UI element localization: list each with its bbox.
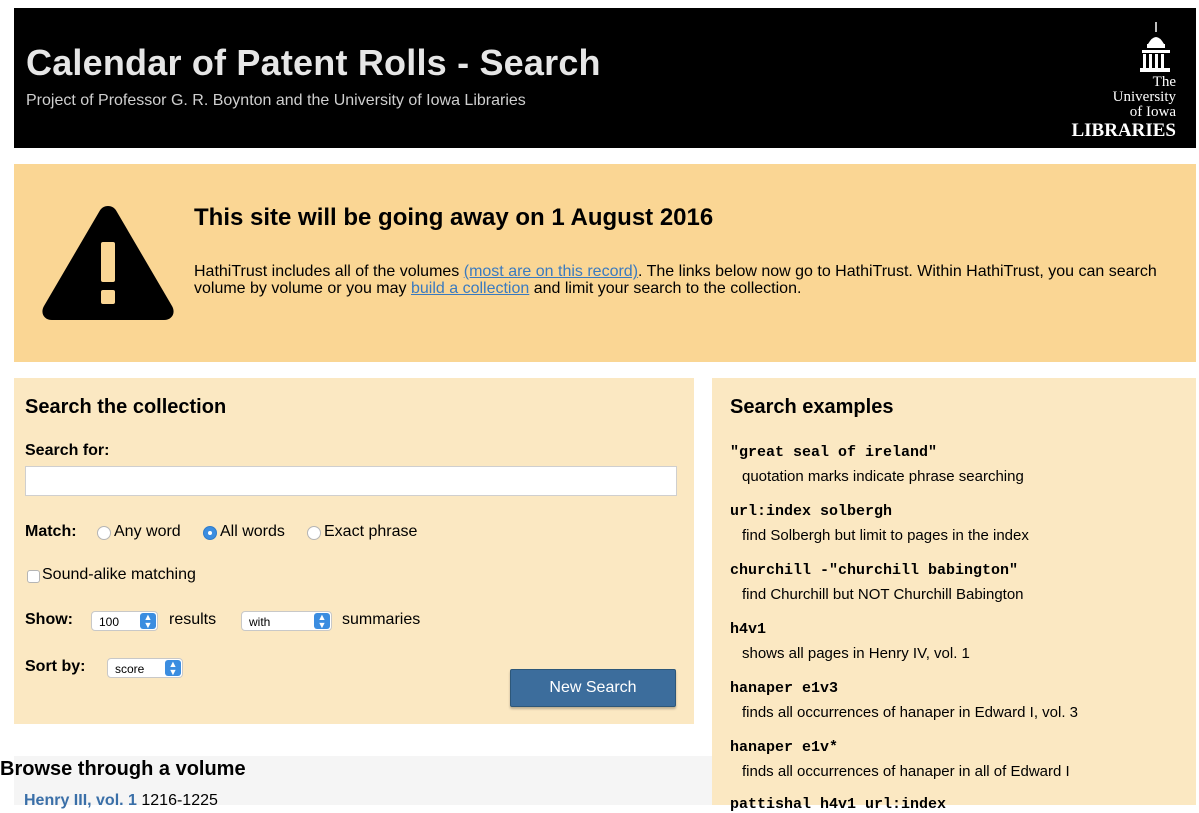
match-exact-phrase-radio[interactable] [307,526,321,540]
sort-by-select[interactable]: score ▲ ▼ [107,658,183,678]
shutdown-alert: This site will be going away on 1 August… [14,164,1196,362]
search-for-label: Search for: [25,442,110,459]
match-label: Match: [25,523,77,540]
logo-line-of-iowa: of Iowa [1129,104,1176,120]
summaries-label: summaries [342,611,421,628]
alert-body: HathiTrust includes all of the volumes (… [194,263,1164,297]
show-label: Show: [25,611,73,628]
match-exact-phrase-label[interactable]: Exact phrase [324,523,417,541]
match-any-word-radio[interactable] [97,526,111,540]
example-query: "great seal of ireland" [730,444,938,461]
example-query: hanaper e1v3 [730,680,839,697]
search-panel: Search the collection Search for: Match:… [14,378,694,724]
university-of-iowa-libraries-logo[interactable]: The University of Iowa LIBRARIES [1066,22,1176,142]
show-count-select[interactable]: 100 ▲ ▼ [91,611,158,631]
site-subtitle: Project of Professor G. R. Boynton and t… [26,92,526,109]
site-title: Calendar of Patent Rolls - Search [26,42,601,83]
search-examples-heading: Search examples [730,396,894,418]
example-description: shows all pages in Henry IV, vol. 1 [742,645,970,662]
browse-heading: Browse through a volume [0,758,246,780]
example-query: url:index solbergh [730,503,893,520]
top-strip [0,0,1199,8]
volume-range: 1216-1225 [136,792,218,809]
sort-by-label: Sort by: [25,658,86,675]
hathitrust-record-link[interactable]: (most are on this record) [464,263,638,280]
example-description: find Churchill but NOT Churchill Babingt… [742,586,1024,603]
sound-alike-checkbox[interactable] [27,570,40,583]
sort-by-value: score [115,662,145,676]
summaries-value: with [249,615,271,629]
results-label: results [169,611,217,628]
browse-first-volume[interactable]: Henry III, vol. 1 1216-1225 [24,792,218,810]
example-query: churchill -"churchill babington" [730,562,1019,579]
search-examples-panel: Search examples "great seal of ireland" … [712,378,1196,813]
select-arrows-icon: ▲ ▼ [314,613,330,630]
site-header: Calendar of Patent Rolls - Search Projec… [14,8,1196,148]
logo-line-the: The [1152,74,1176,90]
alert-text-1: HathiTrust includes all of the volumes [194,263,464,280]
example-description: quotation marks indicate phrase searchin… [742,468,1024,485]
example-description: finds all occurrences of hanaper in all … [742,763,1070,780]
summaries-select[interactable]: with ▲ ▼ [241,611,332,631]
logo-line-university: University [1112,89,1176,105]
select-arrows-icon: ▲ ▼ [165,660,181,677]
match-all-words-label[interactable]: All words [220,523,285,541]
match-all-words-radio[interactable] [203,526,217,540]
select-arrows-icon: ▲ ▼ [140,613,156,630]
search-input[interactable] [25,466,677,496]
show-count-value: 100 [99,615,120,629]
example-query: h4v1 [730,621,767,638]
volume-link[interactable]: Henry III, vol. 1 [24,792,137,809]
build-collection-link[interactable]: build a collection [411,280,529,297]
sound-alike-label[interactable]: Sound-alike matching [42,566,196,584]
warning-triangle-icon [42,206,174,320]
example-query: hanaper e1v* [730,739,839,756]
match-any-word-label[interactable]: Any word [114,523,181,541]
alert-heading: This site will be going away on 1 August… [194,204,714,231]
alert-text-3: and limit your search to the collection. [529,280,802,297]
new-search-button[interactable]: New Search [510,669,676,707]
example-description: find Solbergh but limit to pages in the … [742,527,1029,544]
logo-line-libraries: LIBRARIES [1071,120,1176,141]
old-capitol-dome-icon [1140,22,1170,72]
search-panel-heading: Search the collection [25,396,227,418]
example-description: finds all occurrences of hanaper in Edwa… [742,704,1079,721]
